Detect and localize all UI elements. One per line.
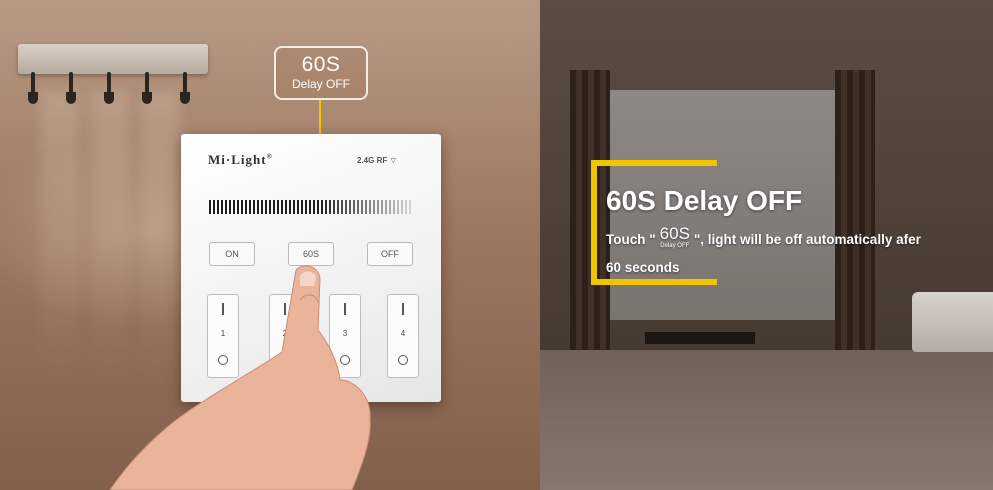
product-image: 60S Delay OFF Mi·Light® 2.4G RF ⌔ ON 60S… [0, 0, 993, 490]
coat-hook-rack [18, 44, 208, 104]
hook-icon [28, 72, 38, 108]
feature-title: 60S Delay OFF [606, 185, 803, 216]
coffee-table [645, 332, 755, 344]
zone-off-mark [280, 355, 290, 365]
hook-icon [104, 72, 114, 108]
zone-on-mark [344, 303, 346, 315]
light-streak [40, 90, 80, 390]
zone-number: 4 [400, 329, 406, 338]
zone-off-mark [218, 355, 228, 365]
zone-number: 1 [220, 329, 226, 338]
badge-small-text: Delay OFF [660, 242, 690, 249]
zone-on-mark [222, 303, 224, 315]
brand-registered-mark: ® [266, 152, 273, 161]
zone-button-2[interactable]: 2 [269, 294, 301, 378]
rf-text: 2.4G RF [357, 156, 388, 165]
brand-logo: Mi·Light® [208, 152, 273, 168]
zone-button-1[interactable]: 1 [207, 294, 239, 378]
desc-suffix: ", light will be off automatically afer [693, 232, 921, 247]
rf-label: 2.4G RF ⌔ [357, 156, 397, 166]
armchair [912, 292, 993, 352]
brand-name: Mi·Light [208, 152, 267, 167]
wifi-signal-icon: ⌔ [389, 156, 397, 165]
off-button[interactable]: OFF [367, 242, 413, 266]
hook-icon [66, 72, 76, 108]
callout-big-text: 60S [301, 53, 341, 76]
floor [540, 350, 993, 490]
wall-switch-panel: Mi·Light® 2.4G RF ⌔ ON 60S OFF 1 2 3 4 [181, 134, 441, 402]
badge-big-text: 60S [659, 223, 690, 243]
callout-small-text: Delay OFF [291, 77, 350, 91]
zone-on-mark [402, 303, 404, 315]
zone-off-mark [398, 355, 408, 365]
inline-delay-badge: 60S Delay OFF [659, 223, 690, 250]
feature-description: Touch " 60S Delay OFF ", light will be off … [606, 223, 986, 282]
curtain [835, 70, 875, 350]
hook-icon [142, 72, 152, 108]
delay-callout: 60S Delay OFF [274, 46, 368, 100]
zone-button-4[interactable]: 4 [387, 294, 419, 378]
on-button[interactable]: ON [209, 242, 255, 266]
zone-off-mark [340, 355, 350, 365]
zone-on-mark [284, 303, 286, 315]
desc-line-2: 60 seconds [606, 260, 680, 275]
light-streak [140, 90, 180, 390]
zone-number: 2 [282, 329, 288, 338]
zone-button-3[interactable]: 3 [329, 294, 361, 378]
light-streak [90, 90, 130, 390]
hook-icon [180, 72, 190, 108]
zone-number: 3 [342, 329, 348, 338]
brightness-touch-slider[interactable] [209, 200, 411, 214]
desc-prefix: Touch " [606, 232, 656, 247]
delay-off-button[interactable]: 60S [288, 242, 334, 266]
